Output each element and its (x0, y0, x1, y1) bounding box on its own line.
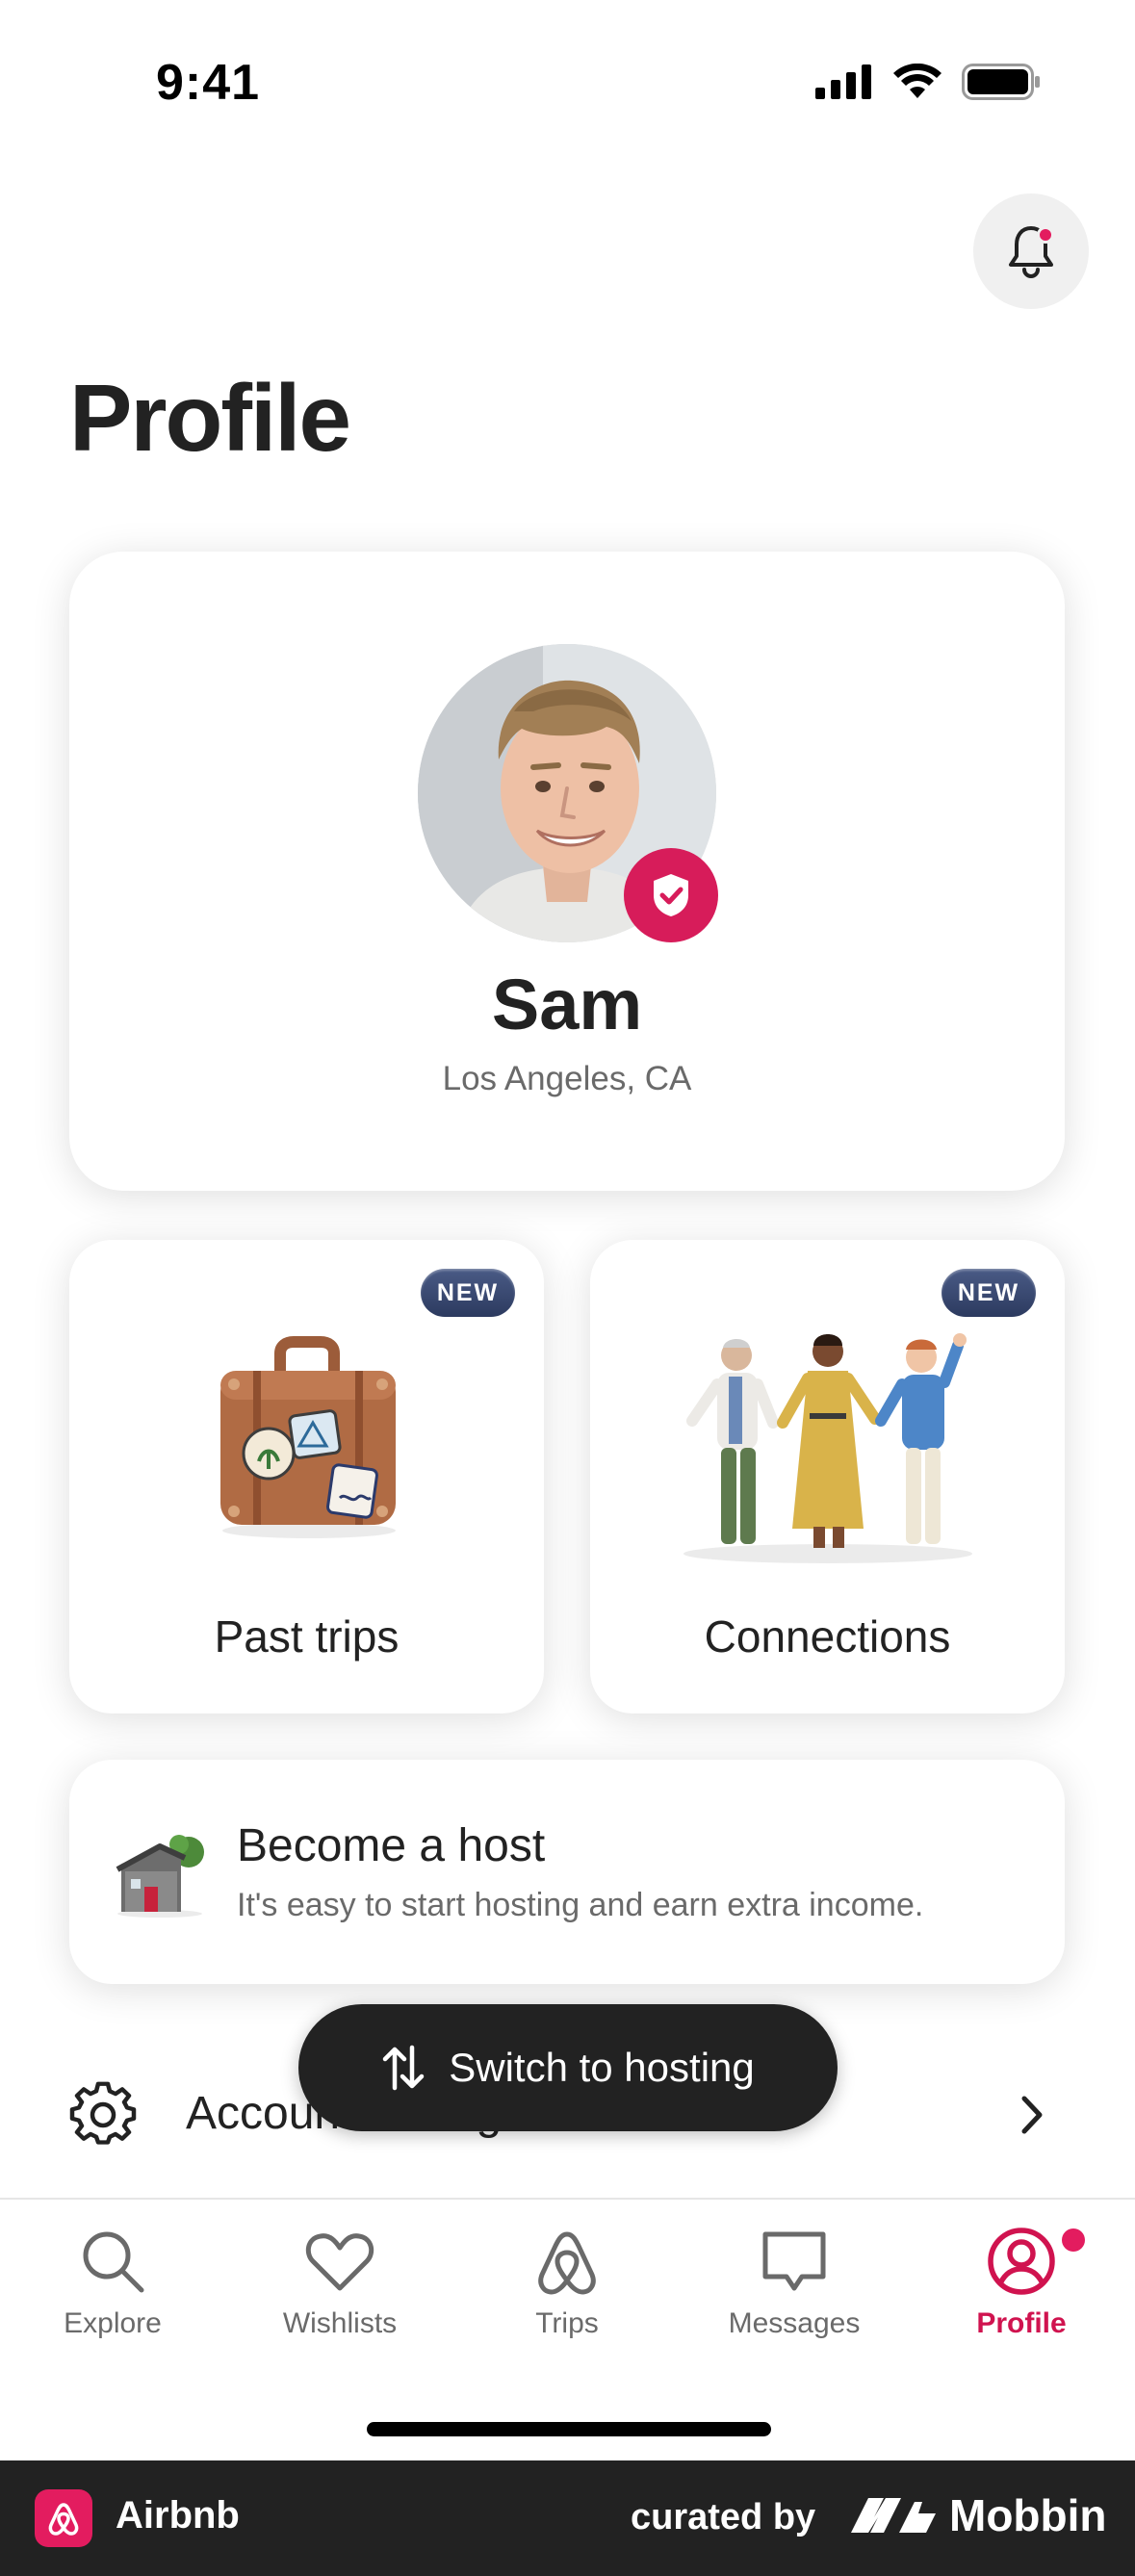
search-icon (83, 2231, 144, 2293)
home-indicator (367, 2422, 771, 2436)
host-subtitle: It's easy to start hosting and earn extr… (237, 1887, 924, 1923)
notification-dot (1037, 226, 1054, 244)
tab-wishlists-label: Wishlists (282, 2307, 398, 2339)
tab-wishlists[interactable]: Wishlists (244, 2225, 436, 2369)
tab-trips-label: Trips (535, 2307, 599, 2339)
connections-card[interactable]: NEW Connections (590, 1240, 1065, 1713)
profile-name: Sam (491, 965, 643, 1044)
switch-arrows-icon (382, 2045, 425, 2091)
avatar-wrap (418, 644, 718, 942)
house-illustration (116, 1835, 204, 1918)
airbnb-app-icon (35, 2489, 92, 2547)
status-time: 9:41 (156, 55, 261, 111)
become-host-card[interactable]: Become a host It's easy to start hosting… (69, 1760, 1065, 1984)
status-icons (815, 64, 1041, 100)
tab-trips[interactable]: Trips (471, 2225, 663, 2369)
past-trips-card[interactable]: NEW Past trips (69, 1240, 544, 1713)
page-title: Profile (69, 365, 351, 471)
tab-messages[interactable]: Messages (698, 2225, 890, 2369)
profile-icon (988, 2228, 1055, 2295)
notifications-button[interactable] (973, 193, 1089, 309)
footer-bar: Airbnb curated by Mobbin (0, 2460, 1135, 2576)
switch-to-hosting-button[interactable]: Switch to hosting (298, 2004, 838, 2131)
connections-label: Connections (704, 1611, 951, 1662)
profile-location: Los Angeles, CA (442, 1060, 692, 1097)
tab-profile-label: Profile (976, 2307, 1067, 2339)
footer-curated-by: curated by (631, 2497, 816, 2537)
host-title: Become a host (237, 1820, 546, 1871)
new-badge: NEW (421, 1269, 515, 1317)
tab-profile[interactable]: Profile (925, 2225, 1118, 2369)
shield-check-icon (654, 874, 688, 916)
gear-icon (69, 2081, 137, 2145)
tab-explore[interactable]: Explore (16, 2225, 209, 2369)
new-badge: NEW (942, 1269, 1036, 1317)
battery-icon (962, 64, 1040, 100)
profile-card[interactable]: Sam Los Angeles, CA (69, 552, 1065, 1191)
airbnb-logo-icon (538, 2231, 596, 2295)
tab-explore-label: Explore (64, 2307, 162, 2339)
profile-notification-dot (1062, 2228, 1085, 2252)
past-trips-label: Past trips (214, 1611, 400, 1662)
heart-icon (305, 2233, 374, 2291)
status-bar: 9:41 (0, 0, 1135, 144)
footer-app-name: Airbnb (116, 2494, 240, 2537)
bottom-tab-bar: Explore Wishlists Trips Messages Profile (0, 2198, 1135, 2460)
footer-brand-name: Mobbin (949, 2490, 1107, 2540)
switch-to-hosting-label: Switch to hosting (449, 2045, 755, 2090)
cellular-signal-icon (815, 64, 871, 99)
wifi-icon (893, 64, 942, 98)
suitcase-illustration (69, 1327, 544, 1558)
mobbin-logo-icon (851, 2498, 936, 2533)
verified-badge (624, 848, 718, 942)
message-icon (762, 2231, 826, 2291)
mobbin-brand: Mobbin (851, 2489, 1107, 2541)
tab-messages-label: Messages (728, 2307, 861, 2339)
chevron-right-icon (1021, 2096, 1043, 2134)
connections-illustration (590, 1327, 1065, 1563)
